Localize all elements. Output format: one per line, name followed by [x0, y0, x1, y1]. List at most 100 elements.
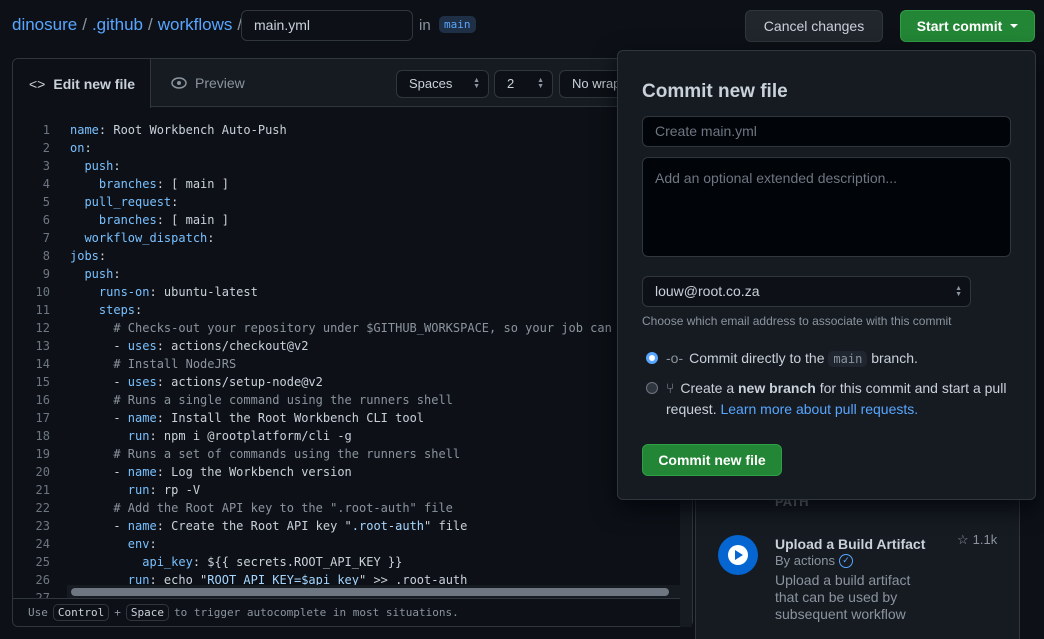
code-line[interactable]: 3 push:: [13, 159, 692, 177]
code-line[interactable]: 1 name: Root Workbench Auto-Push: [13, 123, 692, 141]
code-line[interactable]: 13 - uses: actions/checkout@v2: [13, 339, 692, 357]
tab-edit-label: Edit new file: [53, 75, 136, 92]
line-number: 3: [42, 159, 50, 173]
line-text: - uses: actions/checkout@v2: [70, 339, 309, 353]
option-text: branch.: [871, 350, 918, 366]
line-text: jobs:: [70, 249, 107, 263]
line-text: - name: Create the Root API key ".root-a…: [70, 519, 468, 533]
line-number: 24: [35, 537, 50, 551]
code-line[interactable]: 23 - name: Create the Root API key ".roo…: [13, 519, 692, 537]
line-number: 10: [35, 285, 50, 299]
option-commit-direct[interactable]: -o- Commit directly to the main branch.: [666, 348, 918, 370]
code-line[interactable]: 20 - name: Log the Workbench version: [13, 465, 692, 483]
line-number: 23: [35, 519, 50, 533]
commit-summary-input[interactable]: Create main.yml: [642, 116, 1011, 147]
tab-edit[interactable]: <> Edit new file: [13, 59, 151, 108]
breadcrumb: dinosure / .github / workflows /: [12, 15, 242, 35]
code-editor[interactable]: <> Edit new file Preview Spaces ▲ ▼ 2 ▲ ▼ No …: [12, 58, 693, 627]
code-line[interactable]: 21 run: rp -V: [13, 483, 692, 501]
code-lines[interactable]: 1 name: Root Workbench Auto-Push 2 on: 3 pus…: [13, 123, 692, 609]
option-bold: new branch: [738, 380, 816, 396]
cancel-changes-button[interactable]: Cancel changes: [745, 10, 883, 42]
line-text: env:: [127, 537, 157, 551]
code-line[interactable]: 8 jobs:: [13, 249, 692, 267]
line-number: 25: [35, 555, 50, 569]
option-text: Create a: [680, 380, 735, 396]
indent-size-select[interactable]: 2 ▲ ▼: [494, 70, 553, 98]
line-text: name: Root Workbench Auto-Push: [70, 123, 287, 137]
code-line[interactable]: 15 - uses: actions/setup-node@v2: [13, 375, 692, 393]
code-line[interactable]: 24 env:: [13, 537, 692, 555]
code-line[interactable]: 17 - name: Install the Root Workbench CL…: [13, 411, 692, 429]
line-number: 1: [42, 123, 50, 137]
wrap-mode-value: No wrap: [572, 76, 621, 91]
select-arrows-icon: ▲ ▼: [537, 77, 544, 90]
line-text: branches: [ main ]: [98, 213, 229, 227]
line-text: - name: Log the Workbench version: [70, 465, 352, 479]
line-number: 12: [35, 321, 50, 335]
line-text: # Install NodeJRS: [70, 357, 237, 371]
line-number: 16: [35, 393, 50, 407]
commit-description-textarea[interactable]: Add an optional extended description...: [642, 157, 1011, 257]
radio-commit-direct[interactable]: [646, 352, 658, 364]
select-arrows-icon: ▲ ▼: [955, 285, 962, 298]
code-line[interactable]: 18 run: npm i @rootplatform/cli -g: [13, 429, 692, 447]
indent-size-value: 2: [507, 76, 515, 91]
eye-icon: [171, 77, 187, 89]
email-select[interactable]: louw@root.co.za ▲ ▼: [642, 276, 971, 307]
code-line[interactable]: 6 branches: [ main ]: [13, 213, 692, 231]
line-number: 22: [35, 501, 50, 515]
breadcrumb-owner[interactable]: dinosure: [12, 15, 77, 35]
action-author: By actions: [775, 553, 835, 568]
start-commit-button[interactable]: Start commit: [900, 10, 1035, 42]
option-new-branch[interactable]: ⑂ Create a new branch for this commit and…: [666, 378, 1026, 420]
scrollbar-thumb[interactable]: [71, 588, 669, 596]
email-value: louw@root.co.za: [655, 283, 760, 299]
breadcrumb-workflows[interactable]: workflows: [158, 15, 233, 35]
line-number: 26: [35, 573, 50, 587]
action-title[interactable]: Upload a Build Artifact: [775, 536, 925, 552]
line-number: 19: [35, 447, 50, 461]
indent-mode-select[interactable]: Spaces ▲ ▼: [396, 70, 489, 98]
code-line[interactable]: 9 push:: [13, 267, 692, 285]
code-line[interactable]: 16 # Runs a single command using the run…: [13, 393, 692, 411]
line-number: 14: [35, 357, 50, 371]
line-number: 7: [42, 231, 50, 245]
code-line[interactable]: 11 steps:: [13, 303, 692, 321]
tab-preview-label: Preview: [195, 75, 245, 91]
code-line[interactable]: 19 # Runs a set of commands using the ru…: [13, 447, 692, 465]
line-text: # Checks-out your repository under $GITH…: [70, 321, 612, 335]
tab-preview[interactable]: Preview: [171, 59, 245, 107]
code-line[interactable]: 25 api_key: ${{ secrets.ROOT_API_KEY }}: [13, 555, 692, 573]
commit-new-file-button[interactable]: Commit new file: [642, 444, 782, 476]
code-line[interactable]: 5 pull_request:: [13, 195, 692, 213]
editor-footer: Use Control + Space to trigger autocompl…: [13, 598, 692, 626]
code-line[interactable]: 7 workflow_dispatch:: [13, 231, 692, 249]
caret-down-icon: [1010, 24, 1019, 28]
commit-popup: Commit new file Create main.yml Add an o…: [617, 50, 1036, 500]
radio-new-branch[interactable]: [646, 382, 658, 394]
verified-icon: ✓: [838, 553, 853, 568]
filename-input[interactable]: main.yml: [241, 10, 413, 41]
code-line[interactable]: 10 runs-on: ubuntu-latest: [13, 285, 692, 303]
code-line[interactable]: 2 on:: [13, 141, 692, 159]
code-line[interactable]: 14 # Install NodeJRS: [13, 357, 692, 375]
learn-more-link[interactable]: Learn more about pull requests.: [720, 401, 918, 417]
line-number: 4: [42, 177, 50, 191]
code-line[interactable]: 22 # Add the Root API key to the ".root-…: [13, 501, 692, 519]
line-number: 21: [35, 483, 50, 497]
line-text: steps:: [98, 303, 143, 317]
line-text: # Add the Root API key to the ".root-aut…: [70, 501, 453, 515]
line-text: push:: [84, 159, 121, 173]
breadcrumb-github[interactable]: .github: [92, 15, 143, 35]
line-text: # Runs a set of commands using the runne…: [70, 447, 461, 461]
star-icon[interactable]: ☆: [957, 532, 969, 548]
star-count: 1.1k: [972, 532, 998, 547]
popup-title: Commit new file: [642, 81, 788, 102]
line-number: 18: [35, 429, 50, 443]
code-line[interactable]: 12 # Checks-out your repository under $G…: [13, 321, 692, 339]
footer-text: to trigger autocomplete in most situatio…: [173, 606, 459, 619]
line-text: - name: Install the Root Workbench CLI t…: [70, 411, 425, 425]
horizontal-scrollbar[interactable]: [67, 585, 692, 599]
code-line[interactable]: 4 branches: [ main ]: [13, 177, 692, 195]
